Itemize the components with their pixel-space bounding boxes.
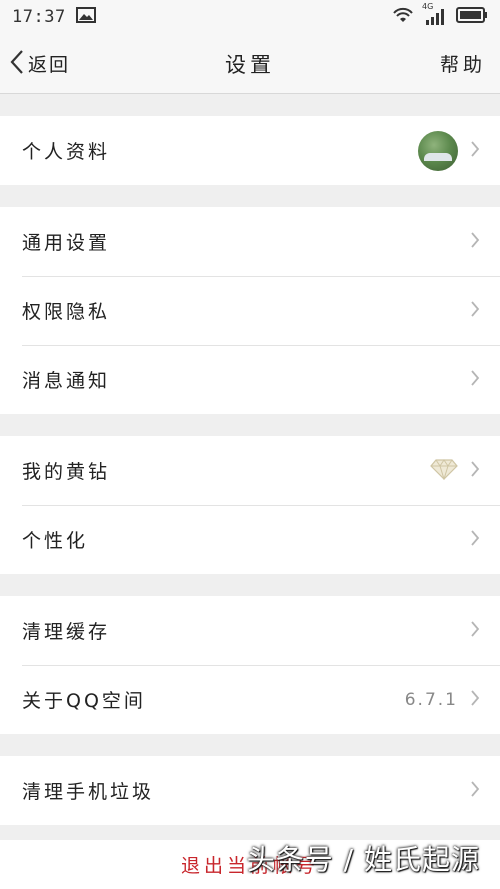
status-right: 4G	[392, 2, 488, 29]
settings-group-storage: 清理缓存 关于QQ空间 6.7.1	[0, 596, 500, 734]
privacy-row[interactable]: 权限隐私	[0, 276, 500, 345]
chevron-right-icon	[470, 140, 480, 162]
row-label: 清理手机垃圾	[22, 781, 155, 803]
clear-cache-row[interactable]: 清理缓存	[0, 596, 500, 665]
row-right	[418, 130, 480, 171]
battery-icon	[456, 6, 488, 28]
chevron-right-icon	[470, 620, 480, 642]
status-bar: 17:37 4G	[0, 0, 500, 34]
personalization-row[interactable]: 个性化	[0, 505, 500, 574]
chevron-right-icon	[470, 529, 480, 551]
wifi-icon	[392, 6, 414, 29]
row-label: 个性化	[22, 530, 89, 552]
cellular-signal-icon: 4G	[422, 2, 446, 26]
row-label: 通用设置	[22, 232, 111, 254]
chevron-left-icon	[10, 49, 24, 79]
chevron-right-icon	[470, 689, 480, 711]
row-right	[430, 458, 480, 484]
help-button[interactable]: 帮助	[440, 50, 500, 77]
status-time: 17:37	[12, 7, 66, 27]
logout-bar: 退出当前帐号	[0, 840, 500, 889]
chevron-right-icon	[470, 780, 480, 802]
back-button[interactable]: 返回	[0, 49, 70, 79]
chevron-right-icon	[470, 460, 480, 482]
row-label: 我的黄钻	[22, 461, 111, 483]
row-label: 权限隐私	[22, 301, 111, 323]
page-title: 设置	[225, 52, 275, 77]
row-label: 个人资料	[22, 141, 111, 163]
network-type-label: 4G	[422, 2, 434, 11]
status-left: 17:37	[12, 6, 96, 28]
chevron-right-icon	[470, 369, 480, 391]
settings-group-vip: 我的黄钻 个性化	[0, 436, 500, 574]
chevron-right-icon	[470, 231, 480, 253]
image-notification-icon	[75, 6, 96, 28]
nav-bar: 返回 设置 帮助	[0, 34, 500, 94]
settings-group-general: 通用设置 权限隐私 消息通知	[0, 207, 500, 414]
profile-row[interactable]: 个人资料	[0, 116, 500, 185]
logout-button[interactable]: 退出当前帐号	[181, 851, 319, 878]
about-row[interactable]: 关于QQ空间 6.7.1	[0, 665, 500, 734]
row-label: 清理缓存	[22, 621, 111, 643]
clean-phone-junk-row[interactable]: 清理手机垃圾	[0, 756, 500, 825]
row-label: 消息通知	[22, 370, 111, 392]
chevron-right-icon	[470, 300, 480, 322]
avatar	[418, 130, 458, 171]
version-value: 6.7.1	[404, 689, 458, 710]
notifications-row[interactable]: 消息通知	[0, 345, 500, 414]
settings-group-cleanup: 清理手机垃圾	[0, 756, 500, 825]
general-settings-row[interactable]: 通用设置	[0, 207, 500, 276]
row-label: 关于QQ空间	[22, 690, 146, 712]
row-right: 6.7.1	[405, 689, 480, 711]
yellow-diamond-row[interactable]: 我的黄钻	[0, 436, 500, 505]
settings-group-profile: 个人资料	[0, 116, 500, 185]
diamond-icon	[430, 458, 458, 484]
back-label: 返回	[28, 54, 71, 76]
